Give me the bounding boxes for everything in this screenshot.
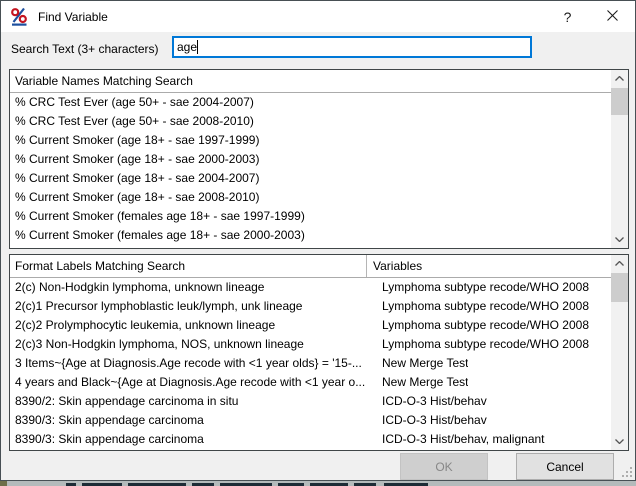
ok-button[interactable]: OK <box>400 453 488 480</box>
close-button[interactable] <box>590 1 635 32</box>
text-caret <box>197 40 198 54</box>
format-labels-column-header[interactable]: Format Labels Matching Search <box>10 255 367 277</box>
find-variable-dialog: Find Variable ? Search Text (3+ characte… <box>0 0 636 481</box>
format-list-item[interactable]: 3 Items~{Age at Diagnosis.Age recode wit… <box>10 354 611 373</box>
variable-cell: ICD-O-3 Hist/behav <box>367 392 487 411</box>
format-label-cell: 8390/3: Skin appendage carcinoma <box>15 411 367 430</box>
close-icon <box>607 10 618 24</box>
format-labels-list: Format Labels Matching Search Variables … <box>9 254 629 451</box>
window-title: Find Variable <box>38 10 545 24</box>
cancel-button[interactable]: Cancel <box>516 453 614 480</box>
scroll-down-icon[interactable] <box>611 433 628 450</box>
variable-list-item[interactable]: % Current Smoker (age 18+ - sae 2008-201… <box>10 188 611 207</box>
format-label-cell: 8390/3: Skin appendage carcinoma <box>15 449 367 450</box>
variable-list-item[interactable]: % Current Smoker (females age 18+ - sae … <box>10 207 611 226</box>
help-button[interactable]: ? <box>545 1 590 32</box>
variable-list-item[interactable]: % CRC Test Ever (age 50+ - sae 2004-2007… <box>10 93 611 112</box>
scrollbar-thumb[interactable] <box>611 88 628 115</box>
background-window-sliver <box>0 481 636 486</box>
format-list-item[interactable]: 2(c)3 Non-Hodgkin lymphoma, NOS, unknown… <box>10 335 611 354</box>
variable-list-scrollbar[interactable] <box>611 70 628 248</box>
scroll-up-icon[interactable] <box>611 70 628 87</box>
format-list-item[interactable]: 8390/3: Skin appendage carcinomaICD-O-3 … <box>10 449 611 450</box>
variable-cell: ICD-O-3 Hist/behav <box>367 449 487 450</box>
variable-names-list: Variable Names Matching Search % CRC Tes… <box>9 69 629 249</box>
format-list-item[interactable]: 8390/3: Skin appendage carcinomaICD-O-3 … <box>10 411 611 430</box>
format-list-item[interactable]: 2(c)2 Prolymphocytic leukemia, unknown l… <box>10 316 611 335</box>
format-list-item[interactable]: 2(c)1 Precursor lymphoblastic leuk/lymph… <box>10 297 611 316</box>
format-labels-rows: 2(c) Non-Hodgkin lymphoma, unknown linea… <box>10 278 611 450</box>
variable-names-rows: % CRC Test Ever (age 50+ - sae 2004-2007… <box>10 93 611 248</box>
resize-grip-icon[interactable] <box>621 466 632 477</box>
format-list-item[interactable]: 8390/3: Skin appendage carcinomaICD-O-3 … <box>10 430 611 449</box>
variable-list-item[interactable]: % Current Smoker (age 18+ - sae 1997-199… <box>10 131 611 150</box>
variable-cell: Lymphoma subtype recode/WHO 2008 <box>367 297 589 316</box>
variable-names-column-header[interactable]: Variable Names Matching Search <box>10 70 611 92</box>
variables-column-header[interactable]: Variables <box>367 255 611 277</box>
scrollbar-thumb[interactable] <box>611 273 628 302</box>
variable-cell: New Merge Test <box>367 373 468 392</box>
variable-cell: Lymphoma subtype recode/WHO 2008 <box>367 316 589 335</box>
format-list-item[interactable]: 8390/2: Skin appendage carcinoma in situ… <box>10 392 611 411</box>
variable-cell: Lymphoma subtype recode/WHO 2008 <box>367 335 589 354</box>
format-label-cell: 2(c) Non-Hodgkin lymphoma, unknown linea… <box>15 278 367 297</box>
variable-cell: Lymphoma subtype recode/WHO 2008 <box>367 278 589 297</box>
format-label-cell: 2(c)2 Prolymphocytic leukemia, unknown l… <box>15 316 367 335</box>
search-label: Search Text (3+ characters) <box>11 42 159 56</box>
format-label-cell: 8390/2: Skin appendage carcinoma in situ <box>15 392 367 411</box>
variable-list-item[interactable]: % Current Smoker (females age 18+ - sae … <box>10 245 611 248</box>
format-list-item[interactable]: 2(c) Non-Hodgkin lymphoma, unknown linea… <box>10 278 611 297</box>
scroll-down-icon[interactable] <box>611 231 628 248</box>
scroll-up-icon[interactable] <box>611 255 628 272</box>
format-label-cell: 8390/3: Skin appendage carcinoma <box>15 430 367 449</box>
format-label-cell: 4 years and Black~{Age at Diagnosis.Age … <box>15 373 367 392</box>
variable-list-item[interactable]: % CRC Test Ever (age 50+ - sae 2008-2010… <box>10 112 611 131</box>
variable-cell: New Merge Test <box>367 354 468 373</box>
search-input[interactable] <box>172 36 532 58</box>
variable-cell: ICD-O-3 Hist/behav <box>367 411 487 430</box>
format-list-item[interactable]: 4 years and Black~{Age at Diagnosis.Age … <box>10 373 611 392</box>
seerstat-percent-icon <box>10 7 29 26</box>
format-label-cell: 3 Items~{Age at Diagnosis.Age recode wit… <box>15 354 367 373</box>
format-label-cell: 2(c)1 Precursor lymphoblastic leuk/lymph… <box>15 297 367 316</box>
variable-list-item[interactable]: % Current Smoker (age 18+ - sae 2004-200… <box>10 169 611 188</box>
format-list-scrollbar[interactable] <box>611 255 628 450</box>
variable-list-item[interactable]: % Current Smoker (age 18+ - sae 2000-200… <box>10 150 611 169</box>
format-label-cell: 2(c)3 Non-Hodgkin lymphoma, NOS, unknown… <box>15 335 367 354</box>
variable-list-item[interactable]: % Current Smoker (females age 18+ - sae … <box>10 226 611 245</box>
variable-cell: ICD-O-3 Hist/behav, malignant <box>367 430 545 449</box>
title-bar: Find Variable ? <box>1 1 635 32</box>
